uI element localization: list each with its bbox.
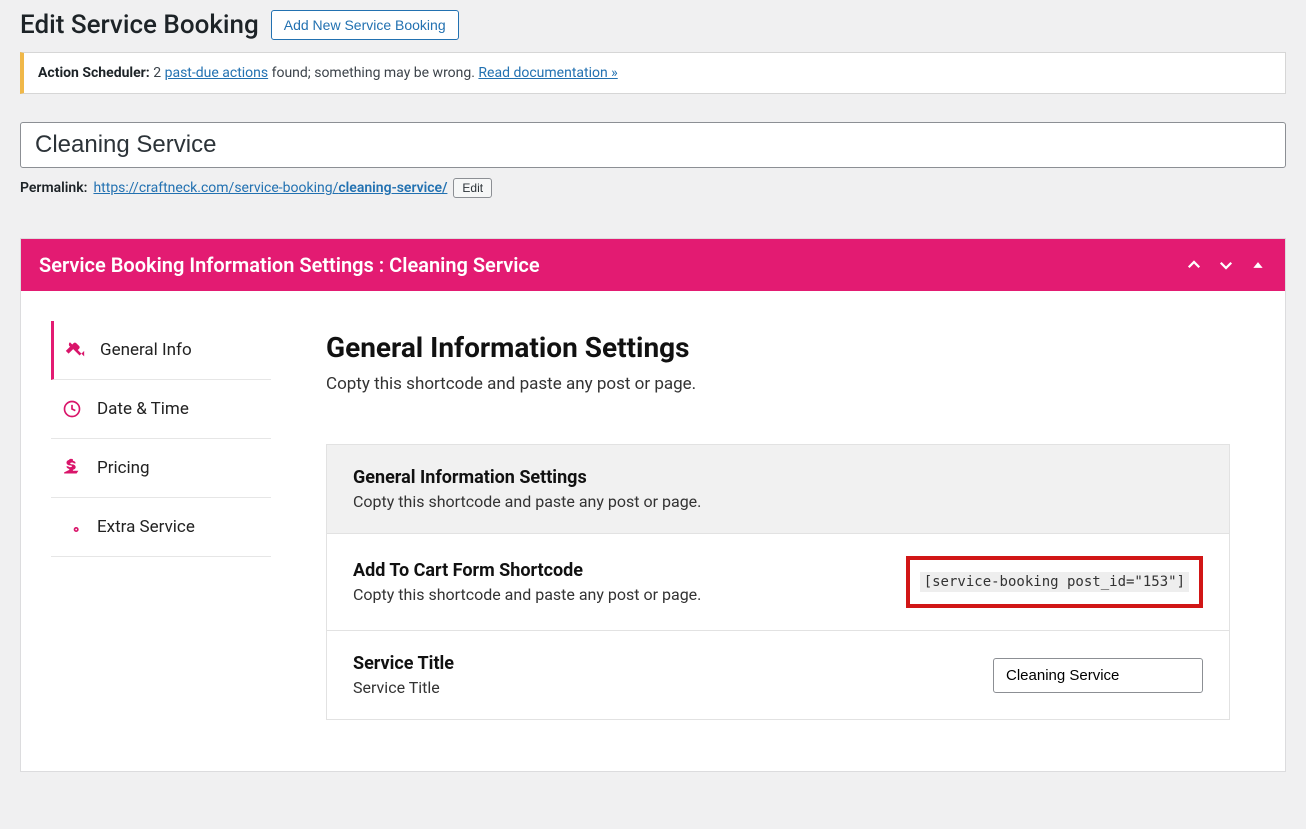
add-new-service-booking-button[interactable]: Add New Service Booking bbox=[271, 10, 459, 40]
past-due-actions-link[interactable]: past-due actions bbox=[165, 65, 269, 81]
action-scheduler-notice: Action Scheduler: 2 past-due actions fou… bbox=[20, 52, 1286, 94]
page-title: Edit Service Booking bbox=[20, 10, 259, 40]
notice-prefix: Action Scheduler: bbox=[38, 65, 150, 81]
collapse-triangle-icon[interactable] bbox=[1249, 256, 1267, 274]
read-documentation-link[interactable]: Read documentation » bbox=[478, 65, 617, 81]
tab-label: Extra Service bbox=[97, 517, 195, 537]
notice-middle: found; something may be wrong. bbox=[268, 65, 478, 81]
section-description: Copty this shortcode and paste any post … bbox=[326, 374, 1230, 394]
row-title: General Information Settings bbox=[353, 467, 1203, 488]
section-title: General Information Settings bbox=[326, 331, 1230, 364]
chevron-up-icon[interactable] bbox=[1185, 256, 1203, 274]
permalink-url-link[interactable]: https://craftneck.com/service-booking/cl… bbox=[93, 180, 447, 196]
permalink-label: Permalink: bbox=[20, 180, 87, 196]
shortcode-row: Add To Cart Form Shortcode Copty this sh… bbox=[327, 534, 1229, 631]
chevron-down-icon[interactable] bbox=[1217, 256, 1235, 274]
tab-label: Date & Time bbox=[97, 399, 189, 419]
panel-title: Service Booking Information Settings : C… bbox=[39, 253, 540, 277]
clock-icon bbox=[61, 398, 83, 420]
shortcode-code[interactable]: [service-booking post_id="153"] bbox=[920, 572, 1189, 592]
tab-pricing[interactable]: Pricing bbox=[51, 439, 271, 498]
tab-extra-service[interactable]: Extra Service bbox=[51, 498, 271, 557]
service-title-row: Service Title Service Title bbox=[327, 631, 1229, 719]
row-description: Service Title bbox=[353, 678, 993, 697]
settings-tabs: General Info Date & Time Pricing bbox=[21, 291, 271, 771]
pricing-icon bbox=[61, 457, 83, 479]
row-description: Copty this shortcode and paste any post … bbox=[353, 492, 1203, 511]
tab-label: General Info bbox=[100, 340, 192, 360]
shortcode-highlight-box: [service-booking post_id="153"] bbox=[906, 556, 1203, 608]
permalink-edit-button[interactable]: Edit bbox=[453, 178, 492, 198]
tab-general-info[interactable]: General Info bbox=[51, 321, 271, 380]
tab-date-time[interactable]: Date & Time bbox=[51, 380, 271, 439]
settings-header-row: General Information Settings Copty this … bbox=[327, 445, 1229, 534]
row-title: Add To Cart Form Shortcode bbox=[353, 560, 906, 581]
extra-service-icon bbox=[61, 516, 83, 538]
notice-count: 2 bbox=[153, 65, 161, 81]
tools-icon bbox=[64, 339, 86, 361]
row-description: Copty this shortcode and paste any post … bbox=[353, 585, 906, 604]
post-title-input[interactable] bbox=[20, 122, 1286, 168]
tab-label: Pricing bbox=[97, 458, 150, 478]
service-title-input[interactable] bbox=[993, 658, 1203, 693]
general-info-settings-table: General Information Settings Copty this … bbox=[326, 444, 1230, 720]
service-booking-settings-panel: Service Booking Information Settings : C… bbox=[20, 238, 1286, 772]
row-title: Service Title bbox=[353, 653, 993, 674]
